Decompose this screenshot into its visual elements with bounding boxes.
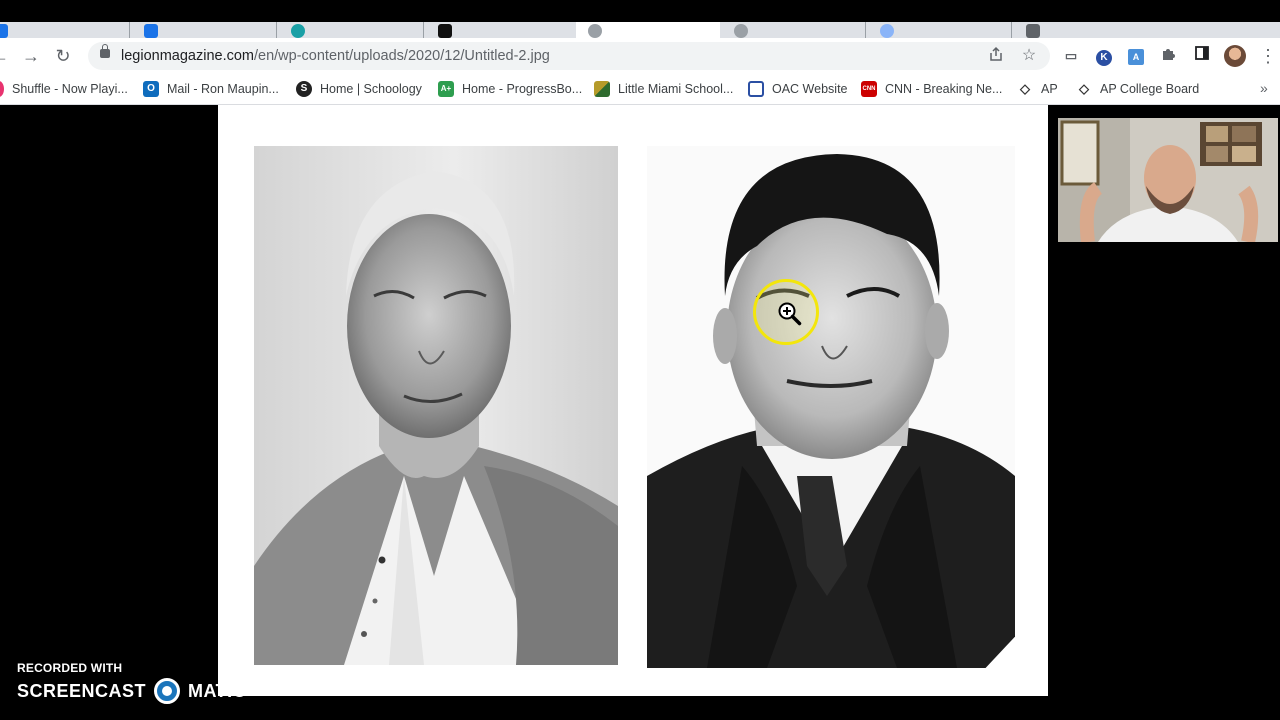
- tab-favicon: [734, 24, 748, 38]
- tab-separator: [1011, 22, 1012, 38]
- bookmark-label: Mail - Ron Maupin...: [167, 82, 279, 96]
- bookmark-label: Home | Schoology: [320, 82, 422, 96]
- little-miami-icon: [594, 81, 610, 97]
- tab-favicon: [144, 24, 158, 38]
- tab[interactable]: [0, 22, 130, 38]
- tab-active[interactable]: [576, 22, 720, 38]
- outlook-icon: O: [143, 81, 159, 97]
- cnn-icon: CNN: [861, 81, 877, 97]
- tab-separator: [423, 22, 424, 38]
- watermark-logo-icon: [154, 678, 181, 704]
- forward-icon[interactable]: →: [21, 46, 41, 66]
- side-panel-icon[interactable]: [1192, 46, 1212, 66]
- back-icon[interactable]: ←: [0, 46, 10, 66]
- tab[interactable]: [426, 22, 574, 38]
- tab-favicon: [438, 24, 452, 38]
- profile-avatar[interactable]: [1224, 45, 1246, 67]
- url-text[interactable]: legionmagazine.com/en/wp-content/uploads…: [121, 48, 550, 64]
- screencastomatic-watermark: SCREENCAST MATIC: [17, 678, 246, 704]
- tab-separator: [129, 22, 130, 38]
- bookmarks-bar: Shuffle - Now Playi... O Mail - Ron Maup…: [0, 74, 1280, 105]
- bookmark-ap-college-board[interactable]: ◇ AP College Board: [1076, 80, 1199, 98]
- bookmark-label: OAC Website: [772, 82, 848, 96]
- tab-favicon: [1026, 24, 1040, 38]
- bookmark-label: AP College Board: [1100, 82, 1200, 96]
- puzzle-icon[interactable]: [1159, 46, 1179, 66]
- bookmark-ap[interactable]: ◇ AP: [1017, 80, 1058, 98]
- kebab-menu-icon[interactable]: ⋮: [1259, 45, 1277, 67]
- zoom-in-cursor-icon: [777, 301, 803, 331]
- bookmark-label: Little Miami School...: [618, 82, 734, 96]
- tab[interactable]: [868, 22, 1012, 38]
- address-bar[interactable]: legionmagazine.com/en/wp-content/uploads…: [88, 42, 1050, 70]
- tab-strip: [0, 0, 1280, 38]
- tab[interactable]: [279, 22, 424, 38]
- bookmark-mail[interactable]: O Mail - Ron Maupin...: [143, 80, 279, 98]
- url-domain: legionmagazine.com: [121, 48, 254, 64]
- url-path: /en/wp-content/uploads/2020/12/Untitled-…: [254, 48, 550, 64]
- webcam-overlay: [1058, 118, 1278, 242]
- browser-toolbar: ← → ↻ legionmagazine.com/en/wp-content/u…: [0, 38, 1280, 74]
- tab[interactable]: [132, 22, 277, 38]
- portrait-right: [647, 146, 1015, 668]
- tab[interactable]: [722, 22, 866, 38]
- translate-icon[interactable]: A: [1126, 46, 1146, 66]
- bookmark-label: Shuffle - Now Playi...: [12, 82, 128, 96]
- tab-favicon: [588, 24, 602, 38]
- bookmark-shuffle[interactable]: Shuffle - Now Playi...: [0, 80, 128, 98]
- music-icon: [0, 81, 4, 97]
- share-icon[interactable]: [986, 46, 1006, 66]
- watermark-recorded-with: RECORDED WITH: [17, 661, 123, 675]
- tab-separator: [865, 22, 866, 38]
- progressbook-icon: A+: [438, 81, 454, 97]
- ap-college-board-icon: ◇: [1079, 81, 1089, 96]
- reload-icon[interactable]: ↻: [53, 46, 73, 66]
- tab-favicon: [0, 24, 8, 38]
- ap-icon: ◇: [1020, 81, 1030, 96]
- extension-icon[interactable]: ▭: [1061, 46, 1081, 66]
- k-extension-icon[interactable]: K: [1094, 46, 1114, 66]
- watermark-brand-right: MATIC: [188, 680, 247, 701]
- bookmark-progressbook[interactable]: A+ Home - ProgressBo...: [438, 80, 582, 98]
- tab-favicon: [291, 24, 305, 38]
- bookmark-label: Home - ProgressBo...: [462, 82, 583, 96]
- oac-icon: [748, 81, 764, 97]
- bookmark-cnn[interactable]: CNN CNN - Breaking Ne...: [861, 80, 1002, 98]
- watermark-brand-left: SCREENCAST: [17, 680, 147, 701]
- bookmark-label: AP: [1041, 82, 1058, 96]
- bookmarks-overflow-icon[interactable]: »: [1260, 80, 1268, 96]
- lock-icon[interactable]: [100, 44, 110, 58]
- schoology-icon: S: [296, 81, 312, 97]
- bookmark-star-icon[interactable]: ☆: [1019, 46, 1039, 66]
- bookmark-little-miami[interactable]: Little Miami School...: [594, 80, 733, 98]
- bookmark-label: CNN - Breaking Ne...: [885, 82, 1003, 96]
- tab[interactable]: [1014, 22, 1280, 38]
- tab-strip-top-band: [0, 0, 1280, 22]
- tab-favicon: [880, 24, 894, 38]
- bookmark-schoology[interactable]: S Home | Schoology: [296, 80, 422, 98]
- bookmark-oac[interactable]: OAC Website: [748, 80, 848, 98]
- portrait-left: [254, 146, 618, 665]
- tab-separator: [276, 22, 277, 38]
